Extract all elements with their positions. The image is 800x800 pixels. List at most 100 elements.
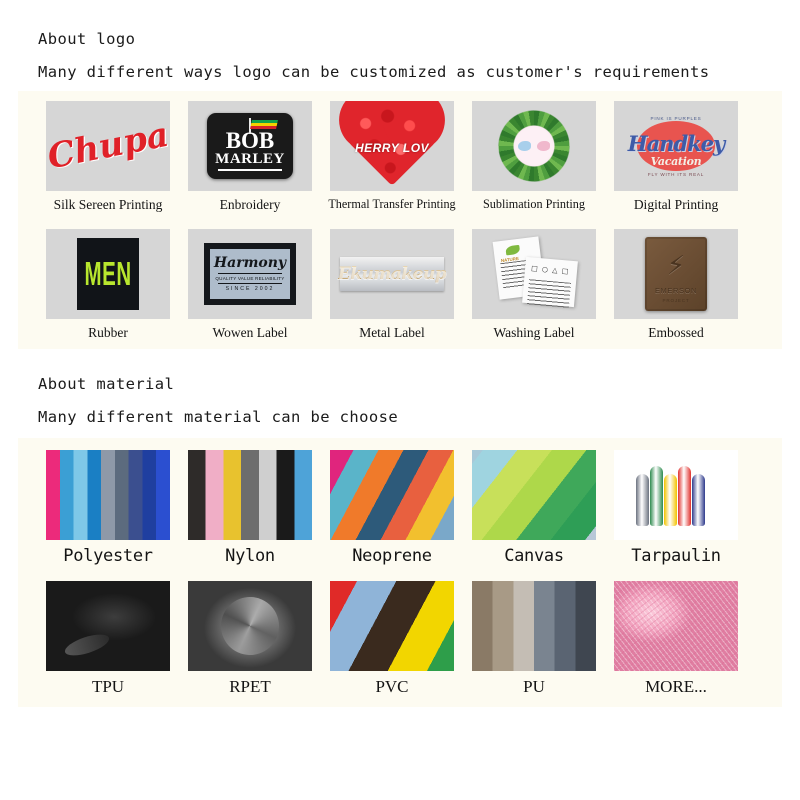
material-row-2: TPU RPET PVC PU MORE... bbox=[18, 581, 782, 697]
material-item-label: PVC bbox=[375, 677, 409, 697]
logo-item-label: Silk Sereen Printing bbox=[53, 197, 163, 212]
lightning-bolt-icon: ⚡ bbox=[666, 250, 686, 281]
emboss-brand-text: EMERSON bbox=[654, 285, 698, 295]
handkey-sub-text: Vacation bbox=[650, 155, 702, 168]
logo-section-title: About logo bbox=[38, 30, 136, 48]
chupa-script-logo-icon: Chupa bbox=[46, 101, 170, 191]
more-thumbnail bbox=[614, 581, 738, 672]
material-row-spacer bbox=[18, 565, 782, 581]
material-item-tpu[interactable]: TPU bbox=[38, 581, 178, 697]
logo-item-rubber[interactable]: MEN Rubber bbox=[38, 228, 178, 341]
polyester-stripes-icon bbox=[46, 449, 170, 540]
tarp-roll bbox=[678, 465, 691, 526]
tpu-thumbnail bbox=[46, 581, 170, 672]
washing-care-tags-icon: NATURE □ ○ △ □ bbox=[472, 229, 596, 319]
tarp-roll bbox=[664, 473, 677, 526]
logo-item-label: Digital Printing bbox=[633, 197, 719, 212]
logo-item-embroidery[interactable]: BOB MARLEY Enbroidery bbox=[180, 101, 320, 213]
polyester-thumbnail bbox=[46, 449, 170, 540]
handkey-bottom-text: FLY WITH ITS REAL bbox=[647, 171, 705, 177]
material-section-subtitle: Many different material can be choose bbox=[38, 407, 399, 426]
material-item-neoprene[interactable]: Neoprene bbox=[322, 449, 462, 566]
logo-panel: Chupa Silk Sereen Printing BOB MARLEY En… bbox=[18, 91, 782, 349]
chupa-logo-text: Chupa bbox=[46, 114, 170, 178]
pink-fur-icon bbox=[614, 581, 738, 672]
tarp-roll bbox=[636, 473, 649, 526]
rose-heart-icon: HERRY LOV bbox=[330, 101, 454, 191]
metal-nameplate-icon: Ekumakeup bbox=[330, 229, 454, 319]
embossed-leather-patch-icon: ⚡ EMERSON PROJECT bbox=[614, 229, 738, 319]
material-item-canvas[interactable]: Canvas bbox=[464, 449, 604, 566]
logo-item-digital-printing[interactable]: PINK IS PURPLES Handkey Vacation FLY WIT… bbox=[606, 101, 746, 213]
harmony-brand-text: Harmony bbox=[213, 254, 287, 271]
handkey-vacation-logo-icon: PINK IS PURPLES Handkey Vacation FLY WIT… bbox=[614, 101, 738, 191]
care-symbols-icon: □ ○ △ □ bbox=[530, 264, 570, 276]
nylon-stripes-icon bbox=[188, 449, 312, 540]
rpet-fabric-icon bbox=[188, 581, 312, 672]
neoprene-stripes-icon bbox=[330, 449, 454, 540]
thermal-transfer-thumbnail: HERRY LOV bbox=[330, 101, 454, 191]
material-item-label: RPET bbox=[229, 677, 271, 697]
bob-marley-patch-icon: BOB MARLEY bbox=[188, 101, 312, 191]
sublimation-thumbnail bbox=[472, 101, 596, 191]
material-section-title: About material bbox=[38, 374, 175, 393]
woven-label-thumbnail: Harmony QUALITY VALUE RELIABILITY SINCE … bbox=[188, 228, 312, 319]
handkey-script-text: Handkey bbox=[627, 130, 726, 156]
logo-item-label: Thermal Transfer Printing bbox=[328, 197, 456, 211]
logo-item-label: Rubber bbox=[88, 324, 128, 340]
logo-item-sublimation[interactable]: Sublimation Printing bbox=[464, 101, 604, 213]
material-item-pu[interactable]: PU bbox=[464, 581, 604, 697]
material-item-label: Tarpaulin bbox=[631, 545, 721, 566]
material-item-polyester[interactable]: Polyester bbox=[38, 449, 178, 566]
leaf-wreath-icon bbox=[472, 101, 596, 191]
canvas-stripes-icon bbox=[472, 449, 596, 540]
material-item-more[interactable]: MORE... bbox=[606, 581, 746, 697]
logo-item-woven-label[interactable]: Harmony QUALITY VALUE RELIABILITY SINCE … bbox=[180, 228, 320, 341]
logo-section-heading: About logo Many different ways logo can … bbox=[0, 0, 800, 81]
material-item-label: PU bbox=[523, 677, 545, 697]
tarpaulin-rolls-icon bbox=[614, 449, 738, 540]
logo-item-label: Embossed bbox=[648, 324, 704, 340]
material-item-nylon[interactable]: Nylon bbox=[180, 449, 320, 566]
logo-item-silk-screen[interactable]: Chupa Silk Sereen Printing bbox=[38, 101, 178, 213]
digital-printing-thumbnail: PINK IS PURPLES Handkey Vacation FLY WIT… bbox=[614, 101, 738, 191]
logo-item-thermal-transfer[interactable]: HERRY LOV Thermal Transfer Printing bbox=[322, 101, 462, 213]
pvc-thumbnail bbox=[330, 581, 454, 672]
handkey-top-text: PINK IS PURPLES bbox=[650, 116, 702, 122]
logo-row-spacer bbox=[18, 213, 782, 229]
logo-item-label: Sublimation Printing bbox=[483, 197, 585, 211]
marley-text-line2: MARLEY bbox=[215, 150, 285, 167]
rpet-thumbnail bbox=[188, 581, 312, 672]
material-item-label: TPU bbox=[91, 677, 125, 697]
material-item-tarpaulin[interactable]: Tarpaulin bbox=[606, 449, 746, 566]
emboss-sub-text: PROJECT bbox=[662, 297, 690, 303]
harmony-tagline-text: QUALITY VALUE RELIABILITY bbox=[215, 275, 285, 281]
logo-item-washing-label[interactable]: NATURE □ ○ △ □ Washing Label bbox=[464, 228, 604, 341]
rubber-thumbnail: MEN bbox=[46, 228, 170, 319]
logo-item-metal-label[interactable]: Ekumakeup Metal Label bbox=[322, 228, 462, 341]
marley-underline bbox=[218, 168, 282, 171]
heart-logo-text: HERRY LOV bbox=[354, 140, 430, 155]
harmony-woven-label-icon: Harmony QUALITY VALUE RELIABILITY SINCE … bbox=[188, 229, 312, 319]
material-item-pvc[interactable]: PVC bbox=[322, 581, 462, 697]
metal-label-thumbnail: Ekumakeup bbox=[330, 228, 454, 319]
material-item-label: MORE... bbox=[645, 677, 707, 697]
tarpaulin-thumbnail bbox=[614, 449, 738, 540]
logo-item-label: Metal Label bbox=[359, 324, 425, 340]
material-item-label: Nylon bbox=[225, 545, 275, 566]
tpu-film-icon bbox=[46, 581, 170, 672]
material-item-label: Polyester bbox=[63, 545, 153, 566]
men-patch-text: MEN bbox=[84, 254, 132, 292]
logo-row-1: Chupa Silk Sereen Printing BOB MARLEY En… bbox=[18, 101, 782, 213]
logo-item-label: Wowen Label bbox=[212, 324, 288, 340]
leaf-icon bbox=[505, 244, 521, 256]
logo-item-embossed[interactable]: ⚡ EMERSON PROJECT Embossed bbox=[606, 228, 746, 341]
embossed-thumbnail: ⚡ EMERSON PROJECT bbox=[614, 228, 738, 319]
silk-screen-thumbnail: Chupa bbox=[46, 101, 170, 191]
harmony-since-text: SINCE 2002 bbox=[225, 285, 275, 292]
pu-thumbnail bbox=[472, 581, 596, 672]
logo-item-label: Enbroidery bbox=[219, 197, 281, 212]
logo-item-label: Washing Label bbox=[493, 324, 575, 340]
material-item-rpet[interactable]: RPET bbox=[180, 581, 320, 697]
nylon-thumbnail bbox=[188, 449, 312, 540]
